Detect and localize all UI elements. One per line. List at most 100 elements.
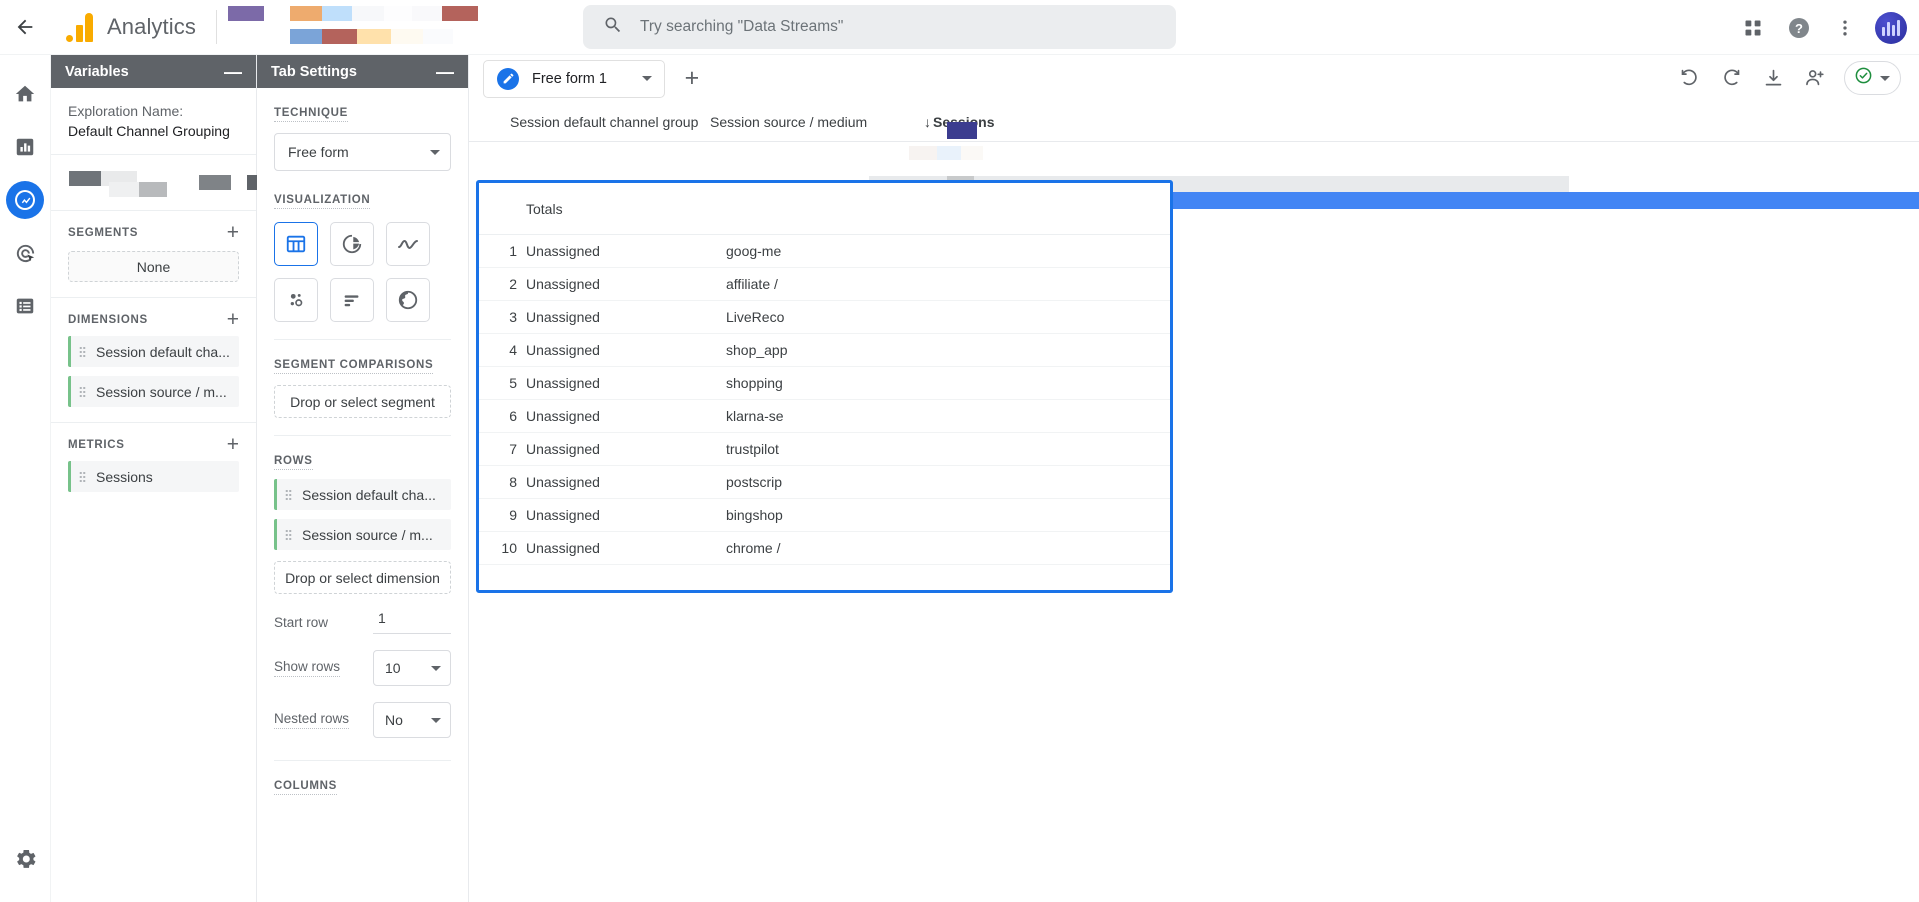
search-input[interactable]: Try searching "Data Streams" <box>583 5 1176 49</box>
row-index: 7 <box>491 441 517 457</box>
table-column-headers: Session default channel group Session so… <box>469 102 1919 142</box>
redacted-block <box>69 171 101 186</box>
redo-icon[interactable] <box>1712 59 1750 97</box>
segment-none-chip[interactable]: None <box>68 251 239 282</box>
free-form-table-icon[interactable] <box>274 222 318 266</box>
drag-handle-icon[interactable] <box>79 346 86 358</box>
table-row[interactable]: 8 Unassigned postscrip <box>479 466 1170 499</box>
donut-chart-icon[interactable] <box>330 222 374 266</box>
variables-collapse-button[interactable]: — <box>224 67 242 77</box>
row-dimension-chip[interactable]: Session source / m... <box>274 519 451 550</box>
add-dimension-button[interactable]: + <box>227 313 239 327</box>
left-nav-rail <box>0 55 51 902</box>
search-bar[interactable]: Try searching "Data Streams" <box>583 5 1176 49</box>
add-tab-button[interactable]: + <box>673 60 711 98</box>
tab-free-form-1[interactable]: Free form 1 <box>483 60 665 98</box>
divider <box>274 760 451 761</box>
redacted-property-subpath <box>290 29 453 44</box>
divider <box>274 339 451 340</box>
column-header-channel-group[interactable]: Session default channel group <box>510 114 698 130</box>
chevron-down-icon[interactable] <box>642 76 652 81</box>
add-segment-button[interactable]: + <box>227 226 239 240</box>
drag-handle-icon[interactable] <box>285 489 292 501</box>
nested-rows-select[interactable]: No <box>373 702 451 738</box>
sidebar-item-home[interactable] <box>6 75 44 113</box>
segment-drop-zone[interactable]: Drop or select segment <box>274 385 451 418</box>
help-icon[interactable]: ? <box>1779 8 1819 48</box>
account-avatar[interactable] <box>1875 12 1907 44</box>
start-row-input[interactable]: 1 <box>373 610 451 634</box>
technique-value: Free form <box>288 144 349 160</box>
sidebar-item-advertising[interactable] <box>6 234 44 272</box>
show-rows-select[interactable]: 10 <box>373 650 451 686</box>
segments-label: SEGMENTS <box>68 227 138 239</box>
tab-settings-body: TECHNIQUE Free form VISUALIZATION <box>257 88 468 795</box>
table-row[interactable]: 1 Unassigned goog-me <box>479 235 1170 268</box>
exploration-name-value[interactable]: Default Channel Grouping <box>68 123 239 139</box>
undo-icon[interactable] <box>1670 59 1708 97</box>
main-toolbar <box>1670 59 1901 97</box>
apps-grid-icon[interactable] <box>1733 8 1773 48</box>
drag-handle-icon[interactable] <box>79 386 86 398</box>
tab-settings-collapse-button[interactable]: — <box>436 67 454 77</box>
column-header-sessions[interactable]: ↓ Sessions <box>924 114 994 130</box>
brand-divider <box>216 10 217 44</box>
table-row[interactable]: 6 Unassigned klarna-se <box>479 400 1170 433</box>
metrics-section: METRICS + Sessions <box>51 423 256 507</box>
sidebar-item-admin[interactable] <box>7 840 45 878</box>
show-rows-label: Show rows <box>274 659 340 677</box>
technique-select[interactable]: Free form <box>274 133 451 171</box>
table-row[interactable]: 2 Unassigned affiliate / <box>479 268 1170 301</box>
cell-source-medium: shopping <box>726 375 783 391</box>
sidebar-item-configure[interactable] <box>6 287 44 325</box>
add-metric-button[interactable]: + <box>227 438 239 452</box>
cell-channel-group: Unassigned <box>526 540 600 556</box>
metric-chip[interactable]: Sessions <box>68 461 239 492</box>
drag-handle-icon[interactable] <box>79 471 86 483</box>
visualization-label: VISUALIZATION <box>274 194 370 209</box>
cell-channel-group: Unassigned <box>526 375 600 391</box>
back-arrow-icon[interactable] <box>6 8 44 46</box>
variables-panel-header: Variables — <box>51 55 256 88</box>
chevron-down-icon <box>430 150 440 155</box>
dimensions-label: DIMENSIONS <box>68 314 148 326</box>
drag-handle-icon[interactable] <box>285 529 292 541</box>
tab-settings-panel-header: Tab Settings — <box>257 55 468 88</box>
table-row[interactable]: 7 Unassigned trustpilot <box>479 433 1170 466</box>
scatter-plot-icon[interactable] <box>274 278 318 322</box>
row-dimension-chip[interactable]: Session default cha... <box>274 479 451 510</box>
share-add-user-icon[interactable] <box>1796 59 1834 97</box>
visualization-grid <box>274 222 451 322</box>
free-form-table[interactable]: Totals 1 Unassigned goog-me 2 Unassigned… <box>476 180 1173 593</box>
cell-source-medium: postscrip <box>726 474 782 490</box>
sidebar-item-reports[interactable] <box>6 128 44 166</box>
table-row[interactable]: 9 Unassigned bingshop <box>479 499 1170 532</box>
geo-map-icon[interactable] <box>386 278 430 322</box>
sharing-status-control[interactable] <box>1844 61 1901 95</box>
row-index: 3 <box>491 309 517 325</box>
top-bar: Analytics Try searching " <box>0 0 1919 55</box>
edit-pencil-icon <box>497 68 519 90</box>
exploration-name-label: Exploration Name: <box>68 103 239 119</box>
column-header-source-medium[interactable]: Session source / medium <box>710 114 867 130</box>
row-index: 2 <box>491 276 517 292</box>
row-index: 9 <box>491 507 517 523</box>
cell-source-medium: klarna-se <box>726 408 784 424</box>
bar-chart-icon[interactable] <box>330 278 374 322</box>
dimension-chip[interactable]: Session source / m... <box>68 376 239 407</box>
line-chart-icon[interactable] <box>386 222 430 266</box>
dimension-chip[interactable]: Session default cha... <box>68 336 239 367</box>
table-row[interactable]: 4 Unassigned shop_app <box>479 334 1170 367</box>
table-row[interactable]: 10 Unassigned chrome / <box>479 532 1170 565</box>
more-vert-icon[interactable] <box>1825 8 1865 48</box>
sidebar-item-explore[interactable] <box>6 181 44 219</box>
row-dimension-drop-zone[interactable]: Drop or select dimension <box>274 561 451 594</box>
divider <box>274 435 451 436</box>
table-row[interactable]: 3 Unassigned LiveReco <box>479 301 1170 334</box>
download-icon[interactable] <box>1754 59 1792 97</box>
nested-rows-value: No <box>385 712 403 728</box>
table-row[interactable]: 5 Unassigned shopping <box>479 367 1170 400</box>
table-row-totals[interactable]: Totals <box>479 183 1170 235</box>
dimensions-section: DIMENSIONS + Session default cha... Sess… <box>51 298 256 423</box>
analytics-explore-page: Analytics Try searching " <box>0 0 1919 902</box>
